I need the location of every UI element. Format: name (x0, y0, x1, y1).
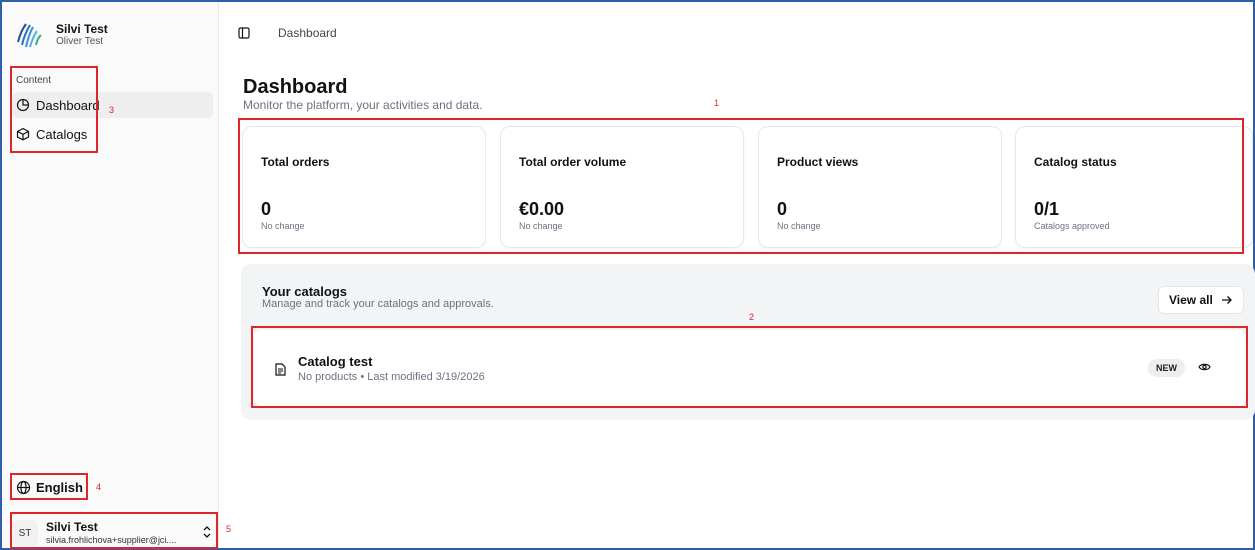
annotation-box-3 (10, 66, 98, 153)
view-all-label: View all (1169, 293, 1213, 307)
arrow-right-icon (1221, 296, 1232, 304)
annotation-number-1: 1 (714, 98, 720, 108)
annotation-number-5: 5 (226, 524, 232, 534)
brand-subtitle: Oliver Test (56, 35, 104, 47)
catalogs-subtitle: Manage and track your catalogs and appro… (262, 298, 494, 310)
view-all-button[interactable]: View all (1158, 286, 1244, 314)
brand[interactable]: Silvi Test Oliver Test (14, 20, 108, 50)
page-subtitle: Monitor the platform, your activities an… (243, 98, 483, 112)
annotation-box-2 (251, 326, 1248, 408)
brand-logo-icon (17, 23, 42, 48)
brand-name: Silvi Test (56, 21, 108, 36)
catalogs-title: Your catalogs (262, 284, 348, 299)
annotation-box-4 (10, 473, 88, 500)
annotation-number-2: 2 (749, 312, 755, 322)
annotation-box-1 (238, 118, 1244, 254)
page-title: Dashboard (243, 76, 348, 98)
sidebar-toggle-icon[interactable] (238, 27, 250, 39)
annotation-number-4: 4 (96, 482, 102, 492)
annotation-box-5 (10, 512, 218, 549)
breadcrumb: Dashboard (278, 26, 337, 40)
annotation-number-3: 3 (109, 105, 115, 115)
